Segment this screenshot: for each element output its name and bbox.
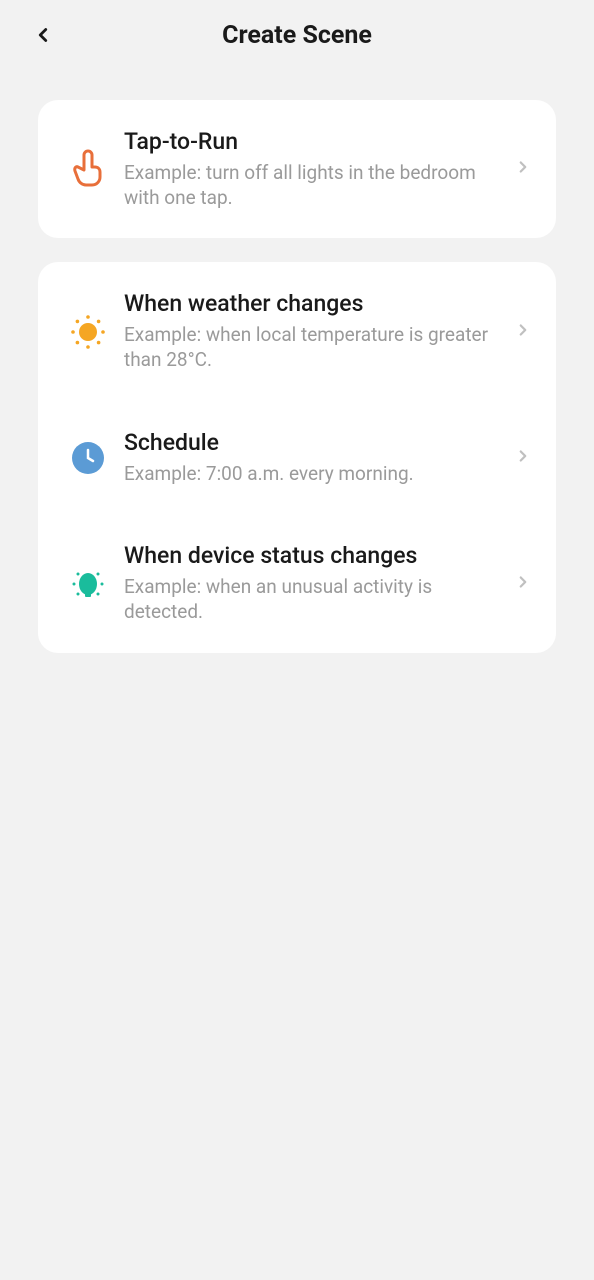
option-example: Example: when an unusual activity is det…	[124, 575, 504, 624]
option-text: When device status changes Example: when…	[118, 542, 514, 624]
card-automation: When weather changes Example: when local…	[38, 262, 556, 652]
option-example: Example: turn off all lights in the bedr…	[124, 161, 504, 210]
option-example: Example: when local temperature is great…	[124, 323, 504, 372]
option-tap-to-run[interactable]: Tap-to-Run Example: turn off all lights …	[38, 100, 556, 238]
content: Tap-to-Run Example: turn off all lights …	[0, 70, 594, 653]
option-title: Tap-to-Run	[124, 128, 504, 155]
option-text: Schedule Example: 7:00 a.m. every mornin…	[118, 429, 514, 487]
bulb-icon	[58, 564, 118, 604]
option-weather[interactable]: When weather changes Example: when local…	[38, 262, 556, 400]
sun-icon	[58, 312, 118, 352]
option-device-status[interactable]: When device status changes Example: when…	[38, 514, 556, 652]
chevron-right-icon	[514, 573, 532, 595]
option-text: When weather changes Example: when local…	[118, 290, 514, 372]
chevron-right-icon	[514, 447, 532, 469]
page-title: Create Scene	[32, 21, 562, 50]
card-tap-to-run: Tap-to-Run Example: turn off all lights …	[38, 100, 556, 238]
chevron-left-icon	[32, 24, 54, 46]
back-button[interactable]	[32, 24, 54, 46]
clock-icon	[58, 442, 118, 474]
option-title: Schedule	[124, 429, 504, 456]
chevron-right-icon	[514, 321, 532, 343]
chevron-right-icon	[514, 158, 532, 180]
option-title: When weather changes	[124, 290, 504, 317]
tap-icon	[58, 149, 118, 189]
option-title: When device status changes	[124, 542, 504, 569]
option-example: Example: 7:00 a.m. every morning.	[124, 462, 504, 487]
option-text: Tap-to-Run Example: turn off all lights …	[118, 128, 514, 210]
header: Create Scene	[0, 0, 594, 70]
option-schedule[interactable]: Schedule Example: 7:00 a.m. every mornin…	[38, 401, 556, 515]
